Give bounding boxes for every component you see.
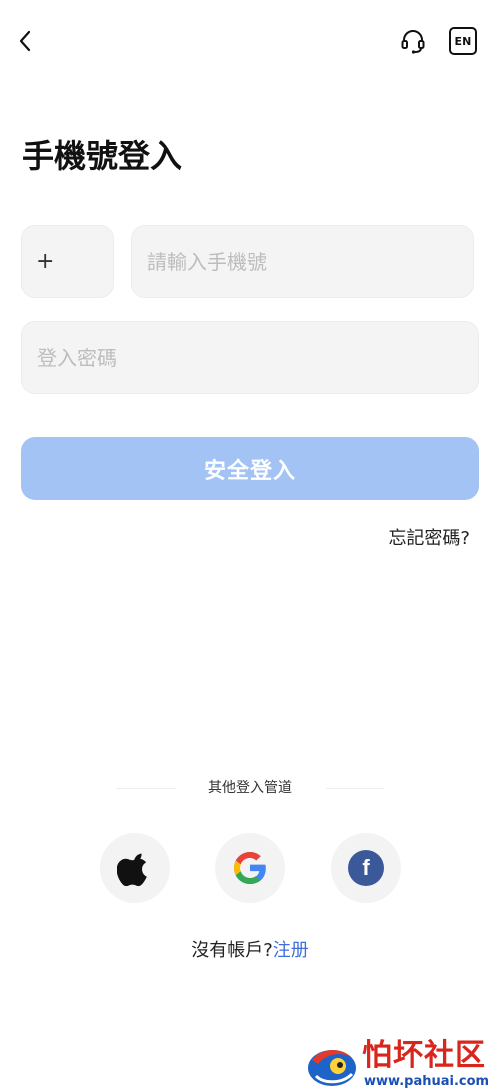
headset-icon: [401, 30, 425, 54]
forgot-password-link[interactable]: 忘記密碼?: [388, 524, 470, 550]
page-title: 手機號登入: [22, 137, 183, 175]
watermark-url: www.pahuai.com: [364, 1074, 490, 1089]
divider-right: [326, 788, 384, 789]
country-code-selector[interactable]: +: [21, 225, 114, 298]
language-switch-button[interactable]: EN: [449, 27, 477, 55]
back-button[interactable]: [10, 24, 40, 58]
register-prompt: 沒有帳戶?: [191, 940, 273, 961]
register-link[interactable]: 注册: [273, 940, 309, 961]
apple-icon: [117, 853, 147, 887]
chevron-left-icon: [19, 30, 31, 52]
google-icon: [234, 852, 266, 884]
secure-login-button[interactable]: 安全登入: [21, 437, 479, 500]
watermark: 怕坏社区 www.pahuai.com: [302, 1036, 500, 1092]
register-row: 沒有帳戶?注册: [0, 936, 500, 962]
password-input[interactable]: [21, 321, 479, 394]
watermark-text: 怕坏社区: [362, 1038, 486, 1073]
apple-login-button[interactable]: [100, 833, 170, 903]
country-code-value: +: [36, 249, 55, 274]
customer-support-button[interactable]: [396, 24, 430, 58]
facebook-login-button[interactable]: f: [331, 833, 401, 903]
watermark-logo-icon: [308, 1049, 356, 1086]
google-login-button[interactable]: [215, 833, 285, 903]
phone-input[interactable]: [131, 225, 474, 298]
language-label: EN: [454, 34, 472, 48]
facebook-icon: f: [348, 850, 384, 886]
other-login-title: 其他登入管道: [208, 780, 292, 796]
